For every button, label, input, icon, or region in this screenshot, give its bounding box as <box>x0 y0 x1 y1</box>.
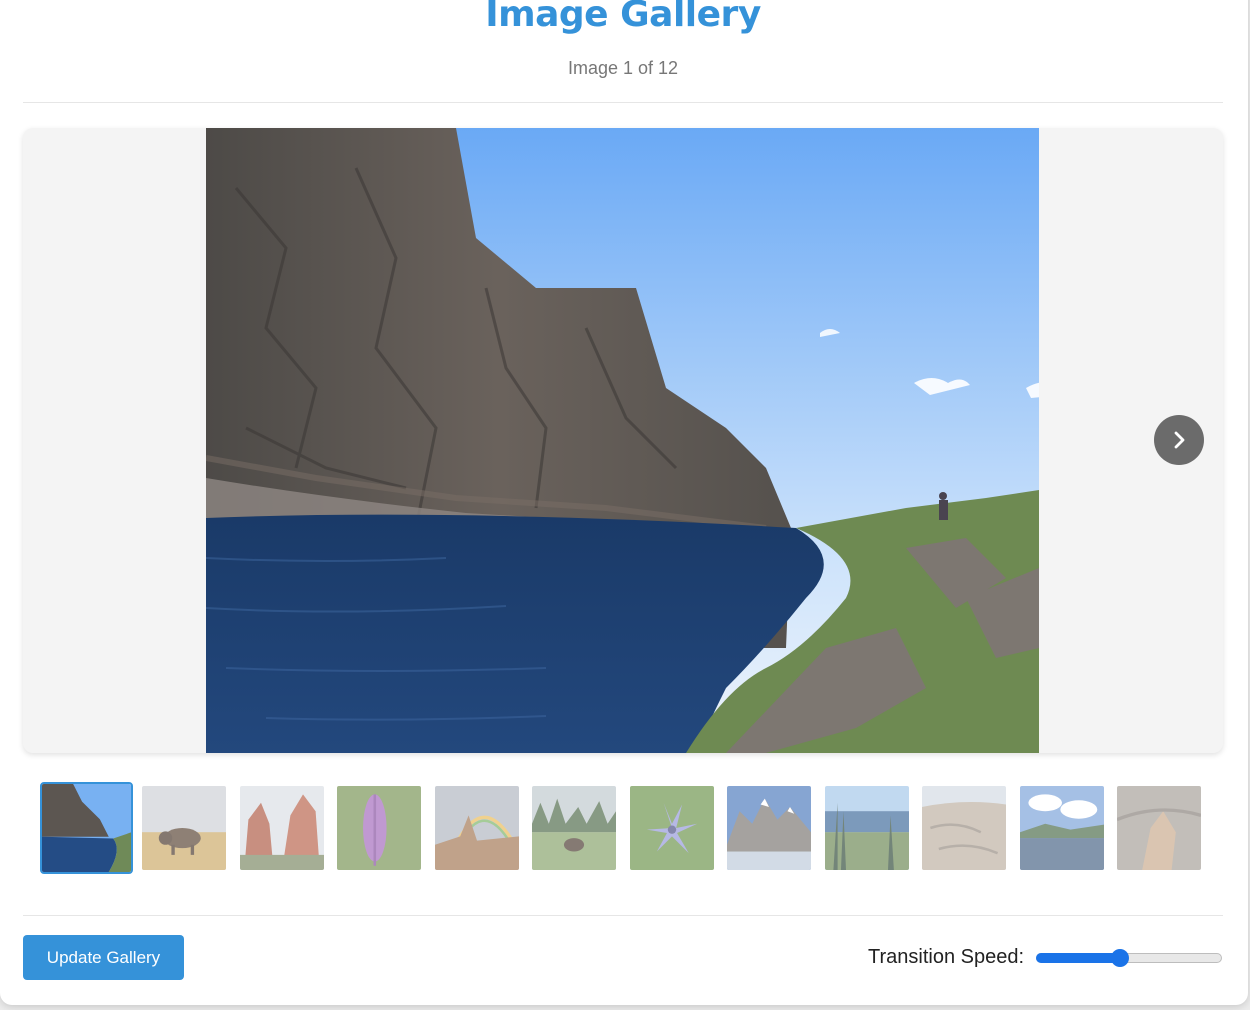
update-gallery-button[interactable]: Update Gallery <box>23 935 184 980</box>
image-counter: Image 1 of 12 <box>567 58 679 78</box>
thumbnail-2[interactable] <box>142 786 226 870</box>
rainbow-canyon-thumb <box>435 786 519 870</box>
thumbnail-4[interactable] <box>337 786 421 870</box>
next-button[interactable] <box>1154 415 1204 465</box>
thumbnail-7[interactable] <box>630 786 714 870</box>
thumbnail-8[interactable] <box>727 786 811 870</box>
thumbnail-3[interactable] <box>240 786 324 870</box>
pine-lake-thumb <box>825 786 909 870</box>
blue-flower-thumb <box>630 786 714 870</box>
thumbnail-11[interactable] <box>1020 786 1104 870</box>
page-title: Image Gallery <box>485 0 761 35</box>
thumbnail-1[interactable] <box>40 782 133 874</box>
moose-meadow-thumb <box>532 786 616 870</box>
chevron-right-icon <box>1174 431 1185 449</box>
thumbnail-10[interactable] <box>922 786 1006 870</box>
rocky-hoodoo-thumb <box>1117 786 1201 870</box>
thumbnail-strip <box>40 781 1210 875</box>
mountain-lake-thumb <box>42 784 131 872</box>
main-image-viewer <box>23 128 1223 753</box>
cloudy-lake-thumb <box>1020 786 1104 870</box>
alpine-lake-thumb <box>727 786 811 870</box>
bison-thumb <box>142 786 226 870</box>
rocky-terrain-thumb <box>922 786 1006 870</box>
thumbnail-9[interactable] <box>825 786 909 870</box>
slider-fill <box>1036 953 1120 963</box>
purple-flower-thumb <box>337 786 421 870</box>
transition-speed-slider[interactable] <box>1034 946 1224 970</box>
thumbnail-6[interactable] <box>532 786 616 870</box>
main-image <box>206 128 1039 753</box>
thumbnail-5[interactable] <box>435 786 519 870</box>
footer-divider <box>23 915 1223 916</box>
thumbnail-12[interactable] <box>1117 786 1201 870</box>
gallery-header: Image Gallery Image 1 of 12 <box>23 0 1223 103</box>
slider-thumb[interactable] <box>1111 949 1129 967</box>
transition-speed-label: Transition Speed: <box>868 946 1025 968</box>
red-rocks-thumb <box>240 786 324 870</box>
